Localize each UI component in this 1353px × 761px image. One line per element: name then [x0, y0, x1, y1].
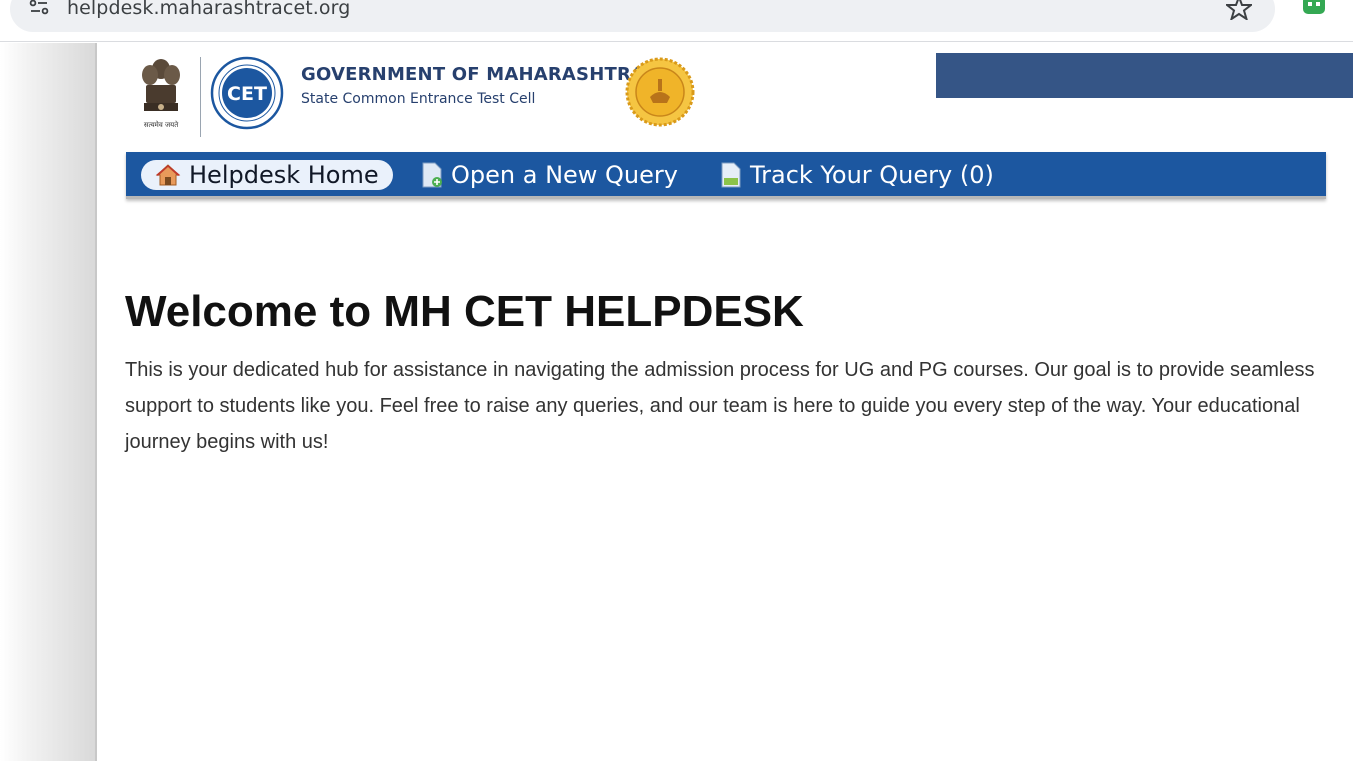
- page-title: Welcome to MH CET HELPDESK: [125, 287, 804, 336]
- header-title: GOVERNMENT OF MAHARASHTRA: [301, 64, 646, 85]
- header-divider: [200, 57, 201, 137]
- cet-logo-icon: CET: [210, 56, 284, 130]
- nav-item-helpdesk-home[interactable]: Helpdesk Home: [141, 160, 393, 190]
- nav-item-label: Helpdesk Home: [189, 161, 379, 189]
- nav-bar: Helpdesk Home Open a New Query Track You…: [126, 152, 1326, 199]
- header-subtitle: State Common Entrance Test Cell: [301, 91, 536, 107]
- home-icon: [155, 164, 181, 186]
- maharashtra-seal-icon: [625, 57, 695, 127]
- national-emblem-icon: सत्यमेव जयते: [142, 59, 180, 129]
- site-settings-icon[interactable]: [28, 0, 50, 16]
- welcome-paragraph: This is your dedicated hub for assistanc…: [125, 359, 1315, 453]
- bookmark-star-icon[interactable]: [1226, 0, 1252, 20]
- page-gutter: [0, 43, 95, 761]
- document-icon: [721, 162, 741, 188]
- extension-icon[interactable]: [1300, 0, 1328, 18]
- nav-item-label: Track Your Query (0): [750, 161, 994, 189]
- nav-item-open-new-query[interactable]: Open a New Query: [421, 160, 678, 190]
- emblem-caption: सत्यमेव जयते: [144, 120, 179, 129]
- page-edge: [95, 43, 97, 761]
- new-document-icon: [422, 162, 442, 188]
- cet-logo-text: CET: [227, 83, 267, 105]
- header-banner: [936, 53, 1353, 98]
- nav-item-track-query[interactable]: Track Your Query (0): [720, 160, 994, 190]
- nav-item-label: Open a New Query: [451, 161, 678, 189]
- browser-toolbar: helpdesk.maharashtracet.org: [0, 0, 1353, 42]
- url-text[interactable]: helpdesk.maharashtracet.org: [67, 0, 350, 19]
